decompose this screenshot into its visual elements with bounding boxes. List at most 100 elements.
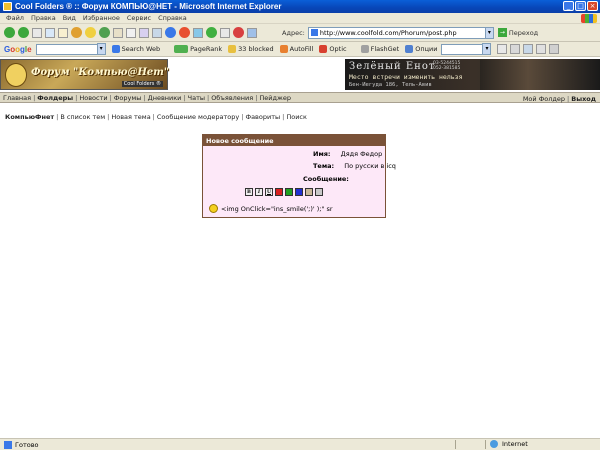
- google-search-input[interactable]: [35, 43, 98, 55]
- secondary-search-dropdown-icon[interactable]: ▾: [482, 43, 492, 55]
- google-logo[interactable]: Google: [4, 45, 32, 54]
- tool-c-icon[interactable]: [536, 44, 547, 54]
- ad-title: Зелёный Енот: [349, 61, 436, 72]
- forward-icon[interactable]: [18, 27, 29, 38]
- extra-icon[interactable]: [206, 27, 217, 38]
- nav-chats[interactable]: Чаты: [188, 94, 205, 102]
- subnav-forum-name[interactable]: КомпьюФнет: [5, 113, 54, 121]
- topic-row: Тема: По русски в icq: [313, 162, 396, 170]
- italic-button[interactable]: I: [255, 188, 263, 196]
- window-icon[interactable]: [247, 27, 257, 38]
- close-button[interactable]: ×: [587, 1, 598, 11]
- subnav-search[interactable]: Поиск: [286, 113, 307, 121]
- go-arrow-icon: →: [497, 28, 507, 37]
- ad-phones: 03-5244515 052-381585: [433, 61, 460, 71]
- nav-news[interactable]: Новости: [79, 94, 107, 102]
- subnav-favorites[interactable]: Фавориты: [245, 113, 280, 121]
- status-bar: Готово Internet: [0, 438, 600, 450]
- tool-a-icon[interactable]: [510, 44, 521, 54]
- blue-color-button[interactable]: [295, 188, 303, 196]
- new-post-form: Новое сообщение Имя: Дядя Федор Тема: По…: [202, 134, 396, 218]
- refresh-icon[interactable]: [45, 27, 55, 38]
- back-icon[interactable]: [4, 27, 15, 38]
- google-search-dropdown-icon[interactable]: ▾: [96, 43, 106, 55]
- nav-pager[interactable]: Пейджер: [259, 94, 291, 102]
- name-value[interactable]: Дядя Федор: [341, 150, 383, 158]
- print-icon[interactable]: [126, 27, 136, 38]
- pagerank-button[interactable]: PageRank: [174, 45, 222, 53]
- subnav-new-topic[interactable]: Новая тема: [111, 113, 150, 121]
- stop-icon[interactable]: [32, 27, 42, 38]
- logo-text: Форум "Компью@Нет": [31, 67, 170, 78]
- menu-view[interactable]: Вид: [63, 14, 76, 22]
- image-insert-icon[interactable]: [305, 188, 313, 196]
- plugin-icon[interactable]: [233, 27, 244, 38]
- message-row: Сообщение:: [303, 175, 349, 183]
- smile-code-text: <img OnClick="ins_smile(';)' );" sr: [221, 205, 333, 213]
- popup-blocker-button[interactable]: 33 blocked: [228, 45, 274, 53]
- tool-b-icon[interactable]: [523, 44, 534, 54]
- status-divider: [455, 440, 456, 449]
- nav-right: Мой Фолдер | Выход: [522, 94, 596, 103]
- ad-phone-2: 052-381585: [433, 66, 461, 71]
- options2-button[interactable]: Опции: [405, 45, 437, 53]
- address-label: Адрес:: [282, 28, 305, 37]
- subnav-topic-list[interactable]: В список тем: [60, 113, 105, 121]
- nav-diaries[interactable]: Дневники: [148, 94, 182, 102]
- more-icon[interactable]: [220, 27, 230, 38]
- topic-label: Тема:: [313, 162, 335, 170]
- tool-d-icon[interactable]: [549, 44, 560, 54]
- autofill-icon: [279, 45, 288, 53]
- home-icon[interactable]: [58, 27, 68, 38]
- tool-icon[interactable]: [179, 27, 190, 38]
- messenger-icon[interactable]: [165, 27, 176, 38]
- favorites-icon[interactable]: [85, 27, 96, 38]
- green-color-button[interactable]: [285, 188, 293, 196]
- menu-edit[interactable]: Правка: [31, 14, 56, 22]
- advertisement-banner[interactable]: Зелёный Енот 03-5244515 052-381585 Место…: [345, 59, 600, 90]
- flashget-button[interactable]: FlashGet: [360, 45, 399, 53]
- edit-icon[interactable]: [139, 27, 149, 38]
- window-title-bar: Cool Folders ® :: Форум КОМПЬЮ@НЕТ - Mic…: [0, 0, 600, 13]
- settings-icon: [405, 45, 414, 53]
- nav-logout[interactable]: Выход: [571, 95, 596, 103]
- link-insert-icon[interactable]: [315, 188, 323, 196]
- history-icon[interactable]: [99, 27, 110, 38]
- nav-my-folder[interactable]: Мой Фолдер: [523, 95, 565, 103]
- menu-file[interactable]: Файл: [6, 14, 24, 22]
- ad-address: Бен-Иегуда 186, Тель-Авив: [349, 82, 432, 88]
- search-icon[interactable]: [71, 27, 82, 38]
- search-web-button[interactable]: Search Web: [111, 45, 160, 53]
- underline-button[interactable]: U: [265, 188, 273, 196]
- address-input[interactable]: http://www.coolfold.com/Phorum/post.php: [307, 26, 486, 39]
- find-icon[interactable]: [497, 44, 508, 54]
- forum-nav-bar: Главная | Фолдеры | Новости | Форумы | Д…: [0, 92, 600, 103]
- address-dropdown-icon[interactable]: ▾: [484, 26, 494, 39]
- forum-subnav: КомпьюФнет | В список тем | Новая тема |…: [5, 113, 307, 121]
- discuss-icon[interactable]: [152, 27, 162, 38]
- red-color-button[interactable]: [275, 188, 283, 196]
- nav-ads[interactable]: Объявления: [211, 94, 253, 102]
- topic-input[interactable]: По русски в icq: [344, 162, 396, 170]
- nav-forums[interactable]: Форумы: [114, 94, 142, 102]
- nav-folders[interactable]: Фолдеры: [37, 94, 73, 102]
- forum-banner: Форум "Компью@Нет" Cool Folders ® Зелёны…: [0, 58, 600, 92]
- bold-button[interactable]: B: [245, 188, 253, 196]
- media-icon[interactable]: [193, 27, 203, 38]
- options-button[interactable]: Optic: [319, 45, 347, 53]
- menu-tools[interactable]: Сервис: [127, 14, 151, 22]
- zone-label: Internet: [502, 440, 528, 448]
- security-zone: Internet: [490, 440, 528, 448]
- go-button[interactable]: → Переход: [497, 28, 538, 37]
- menu-help[interactable]: Справка: [158, 14, 187, 22]
- subnav-message-moderator[interactable]: Сообщение модератору: [157, 113, 239, 121]
- smiley-icon[interactable]: [209, 204, 218, 213]
- menu-favorites[interactable]: Избранное: [83, 14, 120, 22]
- maximize-button[interactable]: □: [575, 1, 586, 11]
- mail-icon[interactable]: [113, 27, 123, 38]
- minimize-button[interactable]: _: [563, 1, 574, 11]
- secondary-search-input[interactable]: [441, 43, 484, 55]
- autofill-button[interactable]: AutoFill: [279, 45, 313, 53]
- forum-logo[interactable]: Форум "Компью@Нет" Cool Folders ®: [0, 59, 170, 90]
- nav-home[interactable]: Главная: [3, 94, 31, 102]
